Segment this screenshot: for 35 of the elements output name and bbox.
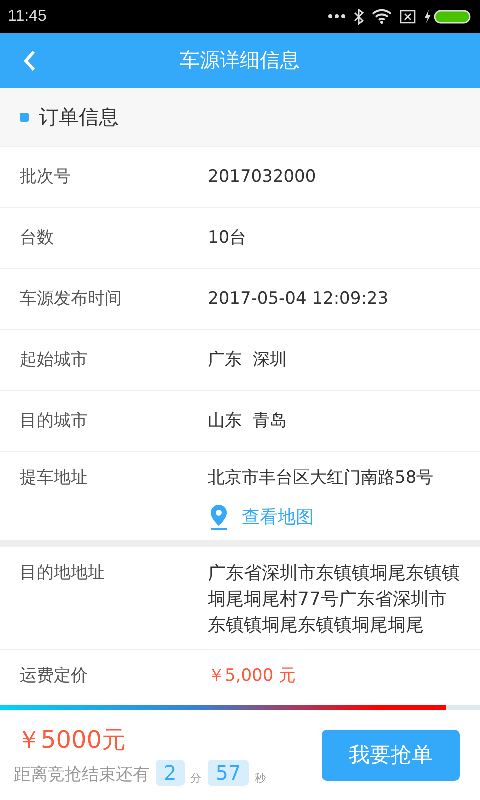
field-value: 北京市丰台区大红门南路58号: [208, 467, 434, 490]
field-value: 10台: [208, 227, 247, 250]
field-value: 山东 青岛: [208, 410, 287, 433]
field-value: 2017032000: [208, 166, 316, 189]
price-value: ￥5,000 元: [208, 665, 296, 688]
more-dots-icon: [328, 14, 346, 19]
countdown-label: 距离竞抢结束还有: [14, 764, 150, 786]
seconds-value: 57: [208, 760, 250, 786]
minutes-unit: 分: [190, 771, 202, 786]
field-value: 广东省深圳市东镇镇垌尾东镇镇垌尾垌尾村77号广东省深圳市东镇镇垌尾东镇镇垌尾垌尾: [208, 562, 461, 638]
page-title: 车源详细信息: [180, 47, 300, 74]
minutes-value: 2: [156, 760, 185, 786]
wifi-icon: [372, 9, 392, 24]
field-value: 2017-05-04 12:09:23: [208, 288, 389, 311]
bullet-icon: [20, 112, 29, 122]
charging-battery-icon: [424, 10, 472, 24]
field-label: 目的城市: [19, 410, 89, 433]
field-label: 批次号: [19, 166, 72, 189]
grab-order-button[interactable]: 我要抢单: [322, 730, 460, 780]
view-map-link[interactable]: 查看地图: [208, 504, 434, 530]
location-pin-icon: [208, 504, 230, 530]
seconds-unit: 秒: [255, 771, 266, 786]
field-label: 提车地址: [19, 467, 89, 490]
field-label: 目的地地址: [19, 562, 106, 585]
status-time: 11:45: [8, 8, 47, 26]
field-label: 台数: [19, 227, 55, 250]
field-label: 起始城市: [19, 349, 89, 372]
field-label: 运费定价: [19, 665, 89, 688]
no-sim-icon: [400, 10, 416, 24]
bluetooth-icon: [354, 8, 364, 24]
total-price: ￥5000元: [16, 725, 128, 756]
field-label: 车源发布时间: [19, 288, 123, 311]
back-icon[interactable]: [22, 50, 38, 72]
field-value: 广东 深圳: [208, 349, 287, 372]
section-title: 订单信息: [39, 104, 119, 130]
